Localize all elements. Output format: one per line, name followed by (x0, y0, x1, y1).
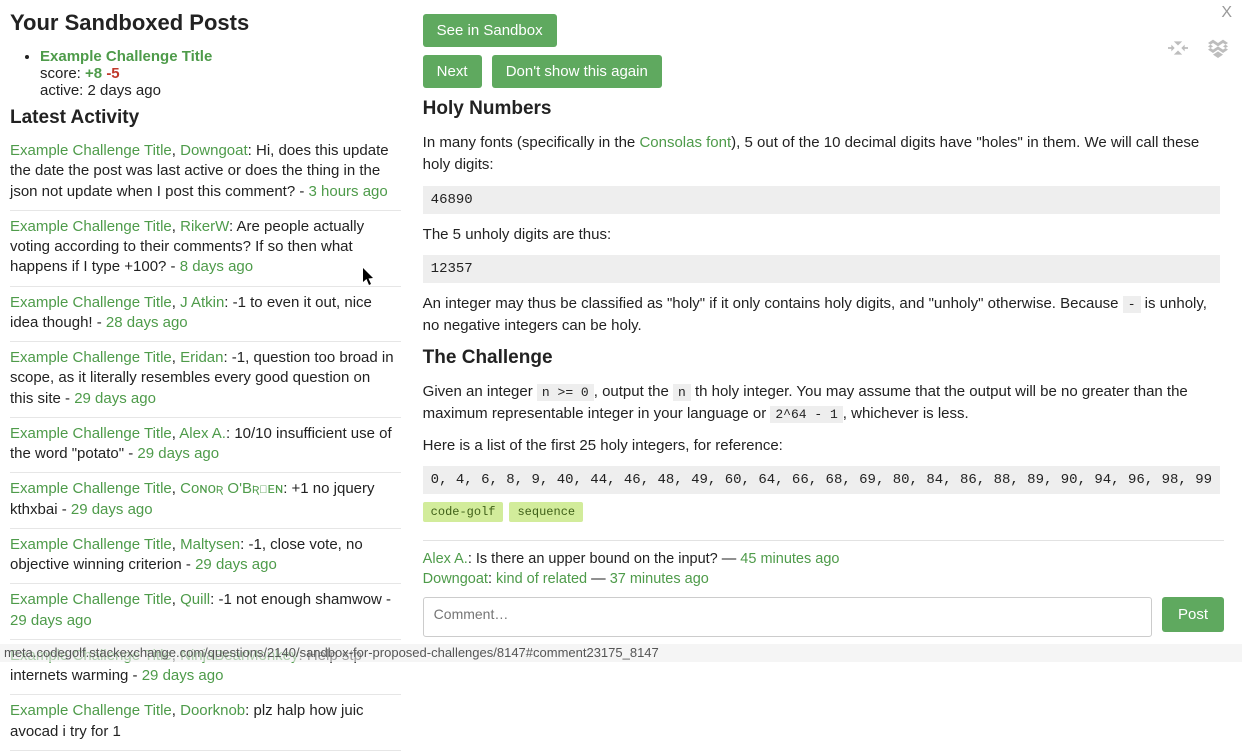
divider (423, 540, 1224, 541)
inline-code-nge0: n >= 0 (537, 384, 594, 401)
consolas-font-link[interactable]: Consolas font (639, 134, 731, 151)
activity-title-link[interactable]: Example Challenge Title (10, 591, 172, 608)
comment-link[interactable]: kind of related (496, 571, 587, 587)
sandboxed-posts-heading: Your Sandboxed Posts (10, 10, 401, 36)
score-negative: -5 (106, 65, 119, 82)
activity-time-link[interactable]: 29 days ago (71, 501, 153, 518)
dont-show-button[interactable]: Don't show this again (492, 55, 662, 88)
activity-title-link[interactable]: Example Challenge Title (10, 702, 172, 719)
paragraph-5: Here is a list of the first 25 holy inte… (423, 435, 1220, 457)
activity-user-link[interactable]: Alex A. (179, 425, 226, 442)
post-comment: Alex A.: Is there an upper bound on the … (423, 551, 1224, 567)
post-comment: Downgoat: kind of related — 37 minutes a… (423, 571, 1224, 587)
tag[interactable]: sequence (509, 502, 583, 522)
posts-list: Example Challenge Title score: +8 -5 act… (10, 48, 401, 99)
codeblock-unholy-digits: 12357 (423, 255, 1220, 283)
post-comment-button[interactable]: Post (1162, 597, 1224, 632)
activity-title-link[interactable]: Example Challenge Title (10, 142, 172, 159)
activity-item: Example Challenge Title, J Atkin: -1 to … (10, 287, 401, 343)
activity-text: : -1 not enough shamwow - (210, 591, 391, 608)
activity-item: Example Challenge Title, Eridan: -1, que… (10, 342, 401, 418)
activity-item: Example Challenge Title, Cᴏɴᴏʀ O'Bʀɪᴇɴ: … (10, 473, 401, 529)
activity-item: Example Challenge Title, Quill: -1 not e… (10, 584, 401, 640)
button-row-2: Next Don't show this again (423, 55, 1224, 88)
next-button[interactable]: Next (423, 55, 482, 88)
activity-title-link[interactable]: Example Challenge Title (10, 536, 172, 553)
codeblock-first-25: 0, 4, 6, 8, 9, 40, 44, 46, 48, 49, 60, 6… (423, 466, 1220, 494)
activity-item: Example Challenge Title, Maltysen: -1, c… (10, 529, 401, 585)
active-line: active: 2 days ago (40, 82, 161, 99)
activity-title-link[interactable]: Example Challenge Title (10, 425, 172, 442)
dropbox-icon[interactable] (1208, 38, 1228, 62)
activity-time-link[interactable]: 29 days ago (10, 612, 92, 629)
activity-user-link[interactable]: Doorknob (180, 702, 245, 719)
close-icon[interactable]: X (1221, 4, 1232, 22)
activity-user-link[interactable]: Quill (180, 591, 210, 608)
codeblock-holy-digits: 46890 (423, 186, 1220, 214)
comment-time-link[interactable]: 45 minutes ago (740, 551, 839, 567)
activity-title-link[interactable]: Example Challenge Title (10, 480, 172, 497)
post-title-link[interactable]: Example Challenge Title (40, 48, 212, 65)
score-positive: +8 (85, 65, 102, 82)
paragraph-4: Given an integer n >= 0, output the n th… (423, 381, 1220, 425)
activity-time-link[interactable]: 29 days ago (74, 390, 156, 407)
top-right-icons (1168, 38, 1228, 62)
activity-item: Example Challenge Title, Alex A.: 10/10 … (10, 418, 401, 474)
activity-user-link[interactable]: Maltysen (180, 536, 240, 553)
comment-user-link[interactable]: Downgoat (423, 571, 488, 587)
activity-time-link[interactable]: 29 days ago (142, 667, 224, 684)
comment-row: Post (423, 597, 1224, 637)
challenge-heading: The Challenge (423, 347, 1220, 369)
paragraph-2: The 5 unholy digits are thus: (423, 224, 1220, 246)
activity-item: Example Challenge Title, Doorknob: plz h… (10, 695, 401, 751)
button-row-1: See in Sandbox (423, 14, 1224, 47)
comment-user-link[interactable]: Alex A. (423, 551, 468, 567)
activity-item: Example Challenge Title, RikerW: Are peo… (10, 211, 401, 287)
activity-title-link[interactable]: Example Challenge Title (10, 218, 172, 235)
activity-item: Example Challenge Title, Downgoat: Hi, d… (10, 135, 401, 211)
post-item: Example Challenge Title score: +8 -5 act… (40, 48, 401, 99)
tag[interactable]: code-golf (423, 502, 504, 522)
tag-list: code-golfsequence (423, 502, 1220, 522)
post-title: Holy Numbers (423, 98, 1220, 120)
activity-time-link[interactable]: 29 days ago (137, 445, 219, 462)
score-label: score: (40, 65, 81, 82)
inline-code-n: n (673, 384, 691, 401)
comment-time-link[interactable]: 37 minutes ago (610, 571, 709, 587)
activity-title-link[interactable]: Example Challenge Title (10, 349, 172, 366)
activity-user-link[interactable]: Eridan (180, 349, 223, 366)
activity-title-link[interactable]: Example Challenge Title (10, 294, 172, 311)
latest-activity-heading: Latest Activity (10, 107, 401, 129)
inline-code-264: 2^64 - 1 (770, 406, 842, 423)
shuffle-icon[interactable] (1168, 38, 1188, 62)
paragraph-3: An integer may thus be classified as "ho… (423, 293, 1220, 337)
paragraph-1: In many fonts (specifically in the Conso… (423, 132, 1220, 176)
activity-user-link[interactable]: Downgoat (180, 142, 248, 159)
activity-time-link[interactable]: 29 days ago (195, 556, 277, 573)
activity-user-link[interactable]: Cᴏɴᴏʀ O'Bʀɪᴇɴ (180, 480, 283, 497)
activity-user-link[interactable]: RikerW (180, 218, 229, 235)
status-bar: meta.codegolf.stackexchange.com/question… (0, 644, 1242, 662)
see-in-sandbox-button[interactable]: See in Sandbox (423, 14, 557, 47)
activity-user-link[interactable]: J Atkin (180, 294, 224, 311)
inline-code-minus: - (1123, 296, 1141, 313)
activity-time-link[interactable]: 8 days ago (180, 258, 253, 275)
activity-time-link[interactable]: 3 hours ago (309, 183, 388, 200)
comment-input[interactable] (423, 597, 1152, 637)
activity-time-link[interactable]: 28 days ago (106, 314, 188, 331)
